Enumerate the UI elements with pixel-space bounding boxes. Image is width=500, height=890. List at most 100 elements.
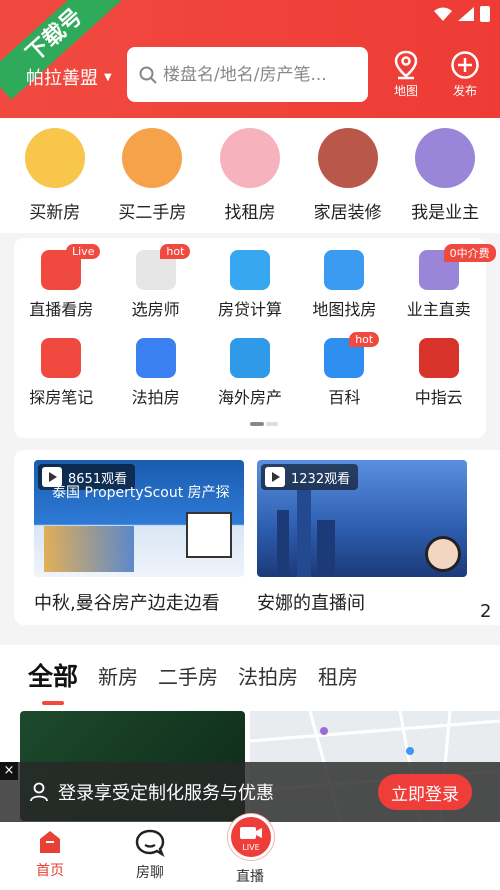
service-item[interactable]: 百科 hot [297,332,391,408]
login-button[interactable]: 立即登录 [378,774,472,810]
category-item[interactable]: 家居装修 [300,128,396,233]
app-header: 下载号 帕拉善盟 ▼ 地图 发布 [0,0,500,118]
service-label: 法拍房 [131,388,180,407]
service-label: 直播看房 [29,300,94,319]
category-item[interactable]: 我是业主 [397,128,493,233]
live-card-title: 中秋,曼谷房产边走边看 [34,593,220,614]
live-room-carousel: 8651观看 泰国 PropertyScout 房产探 中秋,曼谷房产边走边看 … [14,450,500,625]
live-card[interactable]: 1232观看 安娜的直播间 [257,460,467,615]
service-item[interactable]: 直播看房 Live [14,244,108,320]
skyline-building [297,490,311,577]
service-label: 海外房产 [217,388,282,407]
city-name: 帕拉善盟 [26,68,98,89]
bottom-nav: 首页 房聊 LIVE 直播 [0,814,500,890]
cloud-logo-icon [418,338,459,378]
category-label: 找租房 [224,203,276,223]
service-badge: hot [160,244,191,259]
service-item[interactable]: 中指云 [392,338,486,408]
status-bar [434,6,490,22]
tab-4[interactable]: 租房 [318,661,358,690]
services-card: 直播看房 Live 选房师 hot 房贷计算 地图找房 业主直卖 0中介费探房笔记 法拍房 海外房… [14,238,496,438]
service-item[interactable]: 地图找房 [297,250,391,320]
play-icon [265,467,285,487]
nav-live-button[interactable]: LIVE [228,814,274,860]
page-indicator [250,422,278,426]
service-item[interactable]: 选房师 hot [108,244,202,320]
service-label: 业主直卖 [406,300,471,319]
service-label: 房贷计算 [217,300,282,319]
next-card-peek: 2 [480,601,492,622]
category-label: 买二手房 [118,203,187,223]
tab-3[interactable]: 法拍房 [238,661,298,690]
service-label: 百科 [328,388,361,407]
calculator-icon [229,250,270,290]
gavel-icon [135,338,176,378]
service-label: 中指云 [414,388,463,407]
search-box[interactable] [127,47,368,102]
tiger-icon [122,128,183,188]
login-prompt-text: 登录享受定制化服务与优惠 [58,783,274,804]
service-item[interactable]: 房贷计算 [203,250,297,320]
category-label: 家居装修 [313,203,382,223]
service-badge: hot [349,332,380,347]
user-icon [30,782,48,802]
skyline-building [317,520,335,577]
category-label: 我是业主 [411,203,480,223]
service-label: 探房笔记 [29,388,94,407]
pig-icon [219,128,280,188]
wifi-icon [434,7,452,21]
publish-button[interactable]: 发布 [440,50,490,99]
search-input[interactable] [163,64,353,85]
plus-circle-icon [451,51,479,79]
listing-tabs: 全部 新房 二手房 法拍房 租房 [0,645,500,705]
login-banner: × 登录享受定制化服务与优惠 立即登录 [0,762,500,822]
chat-bubble-icon [135,829,165,857]
city-selector[interactable]: 帕拉善盟 ▼ [26,64,112,90]
service-item[interactable]: 法拍房 [108,338,202,408]
thumbnail-caption: 泰国 PropertyScout 房产探 [52,485,230,501]
service-item[interactable]: 海外房产 [203,338,297,408]
nav-home[interactable]: 首页 [20,828,80,880]
service-item[interactable]: 探房笔记 [14,338,108,408]
map-label: 地图 [393,84,418,98]
map-button[interactable]: 地图 [381,50,431,99]
service-badge: 0中介费 [443,244,496,262]
play-note-icon [41,338,82,378]
live-card-thumbnail: 8651观看 泰国 PropertyScout 房产探 [34,460,244,577]
close-icon[interactable]: × [0,762,18,780]
nav-home-label: 首页 [36,863,64,879]
category-row: 买新房 买二手房 找租房 家居装修 我是业主 [0,118,500,233]
airplane-icon [229,338,270,378]
home-icon [40,831,60,853]
nav-chat-label: 房聊 [136,865,164,881]
qr-code-image [186,512,232,558]
service-label: 选房师 [131,300,180,319]
dragon-icon [24,128,85,188]
category-item[interactable]: 买新房 [7,128,103,233]
chevron-down-icon: ▼ [104,71,112,83]
map-pin-icon [394,50,418,80]
map-pin-icon [324,250,365,290]
publish-label: 发布 [452,84,477,98]
live-video-icon: LIVE [240,827,262,852]
nav-chat[interactable]: 房聊 [120,828,180,882]
tab-1[interactable]: 新房 [98,661,138,690]
service-badge: Live [66,244,101,259]
category-item[interactable]: 找租房 [202,128,298,233]
tab-0[interactable]: 全部 [28,657,78,705]
host-avatar [425,536,461,572]
rat-icon [415,128,476,188]
ox-icon [317,128,378,188]
skyline-building [277,510,289,577]
live-card-title: 安娜的直播间 [257,593,365,614]
category-label: 买新房 [29,203,81,223]
tab-2[interactable]: 二手房 [158,661,218,690]
service-label: 地图找房 [312,300,377,319]
view-count-badge: 1232观看 [261,464,359,490]
login-prompt: 登录享受定制化服务与优惠 [30,779,274,805]
live-card[interactable]: 8651观看 泰国 PropertyScout 房产探 中秋,曼谷房产边走边看 [34,460,244,615]
live-badge-text: LIVE [242,843,259,852]
search-icon [139,66,157,84]
service-item[interactable]: 业主直卖 0中介费 [392,244,496,320]
category-item[interactable]: 买二手房 [104,128,200,233]
